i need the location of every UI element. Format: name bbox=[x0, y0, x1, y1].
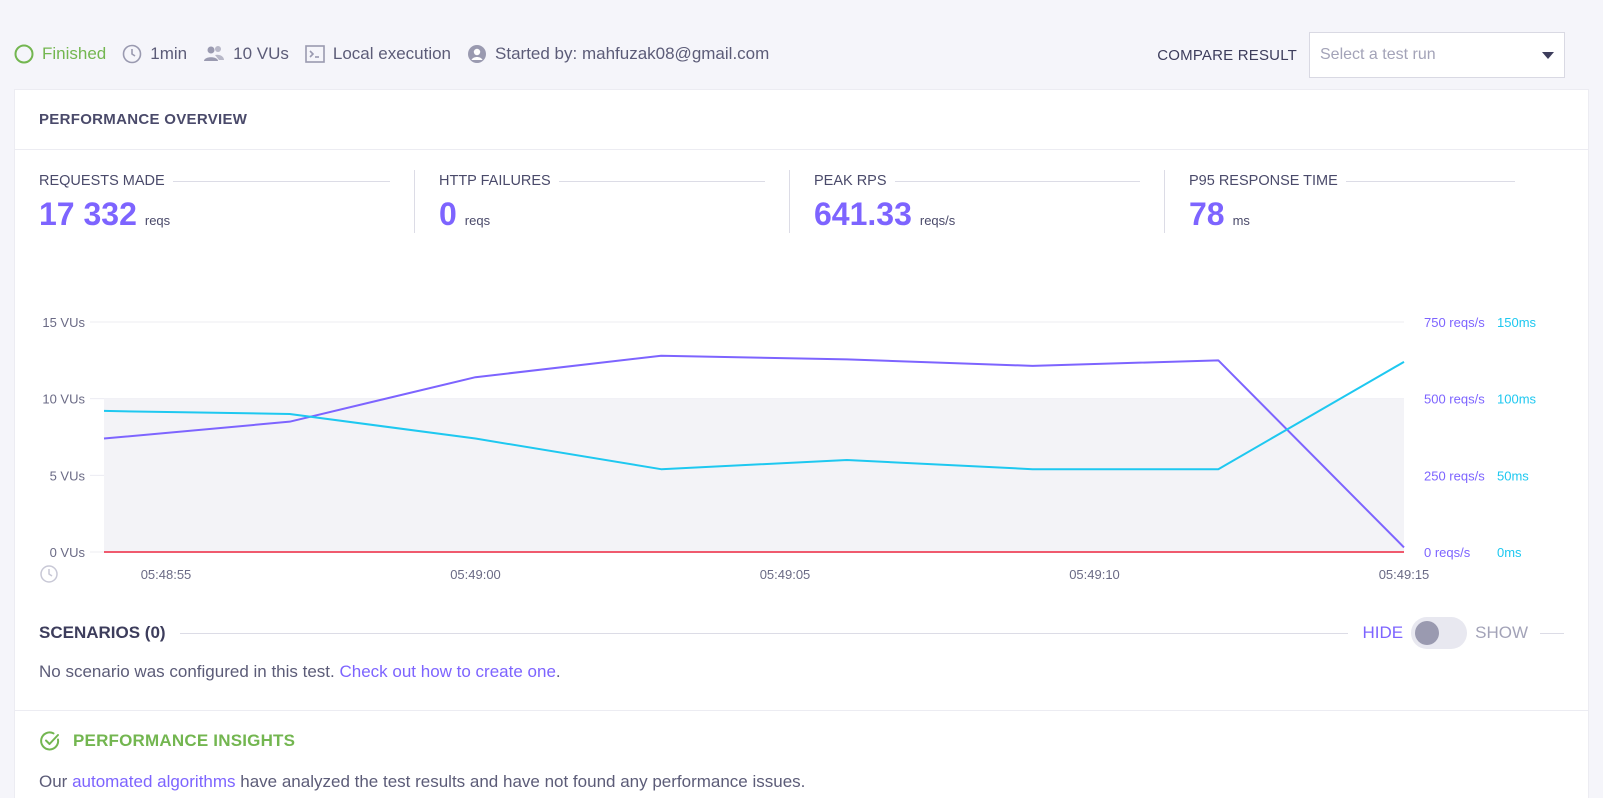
metric-value: 641.33 bbox=[814, 196, 912, 232]
user-circle-icon bbox=[468, 45, 487, 63]
y-right-rps-tick-label: 250 reqs/s bbox=[1424, 468, 1485, 483]
clock-icon bbox=[122, 44, 142, 64]
y-right-rps-tick-label: 750 reqs/s bbox=[1424, 315, 1485, 330]
compare-result-label: COMPARE RESULT bbox=[1157, 46, 1297, 64]
test-run-select-placeholder: Select a test run bbox=[1320, 46, 1436, 63]
scenarios-link-suffix: . bbox=[555, 662, 561, 681]
series-vus-area bbox=[104, 398, 1404, 552]
status-finished: Finished bbox=[14, 44, 106, 64]
metric-unit: reqs/s bbox=[919, 213, 956, 228]
performance-insights-header: PERFORMANCE INSIGHTS bbox=[39, 730, 295, 752]
metric-value: 17 332 bbox=[39, 196, 137, 232]
y-left-tick-label: 5 VUs bbox=[50, 468, 86, 483]
metric-p95-response-time: P95 RESPONSE TIME 78 ms bbox=[1164, 170, 1539, 233]
metric-http-failures: HTTP FAILURES 0 reqs bbox=[414, 170, 789, 233]
test-run-select[interactable]: Select a test run bbox=[1309, 32, 1565, 78]
started-by-label: Started by: mahfuzak08@gmail.com bbox=[495, 44, 770, 63]
test-status-bar: Finished 1min 10 VUs Local execution Sta… bbox=[14, 40, 785, 68]
performance-overview-title: PERFORMANCE OVERVIEW bbox=[15, 90, 1588, 150]
metric-value: 78 bbox=[1189, 196, 1225, 232]
scenarios-header: SCENARIOS (0) HIDE SHOW bbox=[39, 616, 1564, 650]
automated-algorithms-link[interactable]: automated algorithms bbox=[72, 772, 235, 791]
x-tick-label: 05:49:00 bbox=[450, 567, 501, 582]
duration-label: 1min bbox=[150, 44, 188, 63]
create-scenario-link[interactable]: Check out how to create one bbox=[339, 662, 555, 681]
metric-label: REQUESTS MADE bbox=[39, 173, 165, 189]
performance-insights-title: PERFORMANCE INSIGHTS bbox=[73, 731, 296, 750]
x-tick-label: 05:49:15 bbox=[1379, 567, 1430, 582]
status-vus: 10 VUs bbox=[203, 44, 289, 64]
check-circle-icon bbox=[40, 731, 60, 751]
chevron-down-icon bbox=[1542, 51, 1554, 59]
metric-requests-made: REQUESTS MADE 17 332 reqs bbox=[39, 170, 414, 233]
x-tick-label: 05:48:55 bbox=[141, 567, 192, 582]
toggle-knob bbox=[1415, 621, 1440, 645]
y-right-ms-tick-label: 0ms bbox=[1497, 545, 1522, 560]
x-tick-label: 05:49:05 bbox=[760, 567, 811, 582]
circle-status-icon bbox=[14, 44, 34, 64]
metric-unit: ms bbox=[1232, 213, 1250, 228]
metric-label: PEAK RPS bbox=[814, 173, 887, 189]
status-execution: Local execution bbox=[305, 44, 451, 64]
users-icon bbox=[204, 46, 225, 61]
hide-label[interactable]: HIDE bbox=[1362, 623, 1403, 643]
scenarios-text: No scenario was configured in this test. bbox=[39, 662, 340, 681]
metric-peak-rps: PEAK RPS 641.33 reqs/s bbox=[789, 170, 1164, 233]
y-right-rps-tick-label: 0 reqs/s bbox=[1424, 545, 1471, 560]
y-right-rps-tick-label: 500 reqs/s bbox=[1424, 392, 1485, 407]
scenarios-toggle[interactable] bbox=[1411, 617, 1468, 649]
vus-label: 10 VUs bbox=[233, 44, 289, 63]
performance-overview-card: PERFORMANCE OVERVIEW REQUESTS MADE 17 33… bbox=[14, 89, 1589, 798]
y-left-tick-label: 15 VUs bbox=[42, 315, 85, 330]
metric-unit: reqs bbox=[144, 213, 171, 228]
insights-text: Our automated algorithms have analyzed t… bbox=[39, 772, 805, 792]
show-label[interactable]: SHOW bbox=[1475, 623, 1528, 643]
y-right-ms-tick-label: 150ms bbox=[1497, 315, 1537, 330]
status-duration: 1min bbox=[122, 44, 187, 64]
metric-unit: reqs bbox=[464, 213, 491, 228]
metric-label: HTTP FAILURES bbox=[439, 173, 551, 189]
metrics-row: REQUESTS MADE 17 332 reqs HTTP FAILURES 0… bbox=[39, 170, 1539, 233]
terminal-icon bbox=[305, 45, 325, 63]
y-left-tick-label: 0 VUs bbox=[50, 545, 86, 560]
compare-result: COMPARE RESULT Select a test run bbox=[1157, 32, 1565, 78]
metric-label: P95 RESPONSE TIME bbox=[1189, 173, 1338, 189]
scenarios-empty-text: No scenario was configured in this test.… bbox=[39, 662, 561, 682]
insights-text-suffix: have analyzed the test results and have … bbox=[235, 772, 806, 791]
execution-label: Local execution bbox=[332, 44, 452, 63]
y-right-ms-tick-label: 50ms bbox=[1497, 468, 1529, 483]
performance-chart[interactable]: 0 VUs 5 VUs 10 VUs 15 VUs 0 reqs/s 250 reqs/s… bbox=[15, 315, 1590, 595]
status-label: Finished bbox=[42, 44, 107, 63]
insights-text-prefix: Our bbox=[39, 772, 73, 791]
scenarios-title: SCENARIOS (0) bbox=[39, 623, 166, 642]
clock-icon-hands bbox=[48, 569, 53, 577]
y-right-ms-tick-label: 100ms bbox=[1497, 392, 1537, 407]
metric-value: 0 bbox=[439, 196, 457, 232]
x-tick-label: 05:49:10 bbox=[1069, 567, 1120, 582]
y-left-tick-label: 10 VUs bbox=[42, 392, 85, 407]
status-started-by: Started by: mahfuzak08@gmail.com bbox=[467, 44, 769, 64]
